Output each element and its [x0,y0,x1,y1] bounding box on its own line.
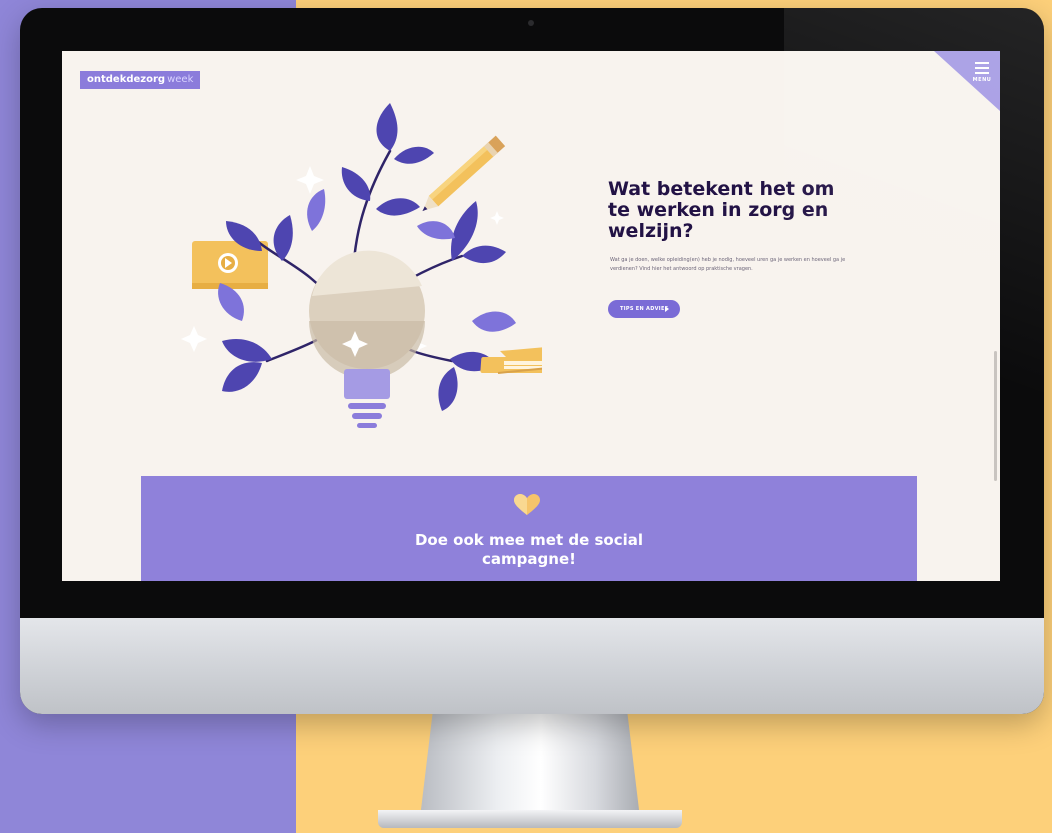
site-logo[interactable]: ontdekdezorg week [80,71,201,89]
tips-advice-label: TIPS EN ADVIES [620,306,669,312]
menu-label: MENU [972,77,992,83]
hero-intro: Wat ga je doen, welke opleiding(en) heb … [610,257,846,272]
hamburger-icon-bar [975,72,989,74]
monitor-stand-base [378,810,682,828]
campaign-section: Doe ook mee met de social campagne! [141,476,917,581]
monitor: ontdekdezorg week MENU Wat betekent het … [20,8,1044,714]
heart-icon [514,494,540,515]
campaign-title: Doe ook mee met de social campagne! [141,531,917,569]
hero-title: Wat betekent het om te werken in zorg en… [608,178,835,242]
website-screen: ontdekdezorg week MENU Wat betekent het … [62,51,1000,581]
monitor-stand [420,708,640,818]
camera-icon [528,20,534,26]
campaign-title-line1: Doe ook mee met de social [414,531,644,549]
hamburger-icon-bar [975,67,989,69]
logo-bold-text: ontdekdezorg [87,74,166,85]
menu-button[interactable]: MENU [970,59,994,85]
campaign-title-line2: campagne! [482,550,576,568]
arrow-right-icon [665,306,669,312]
tips-advice-button[interactable]: TIPS EN ADVIES [608,300,680,318]
hamburger-icon [975,62,989,64]
logo-light-text: week [167,74,194,85]
pencil-icon [422,135,506,212]
monitor-chin [20,618,1044,714]
book-icon [480,347,542,374]
scrollbar-thumb[interactable] [994,351,997,481]
lightbulb-illustration [181,103,542,428]
